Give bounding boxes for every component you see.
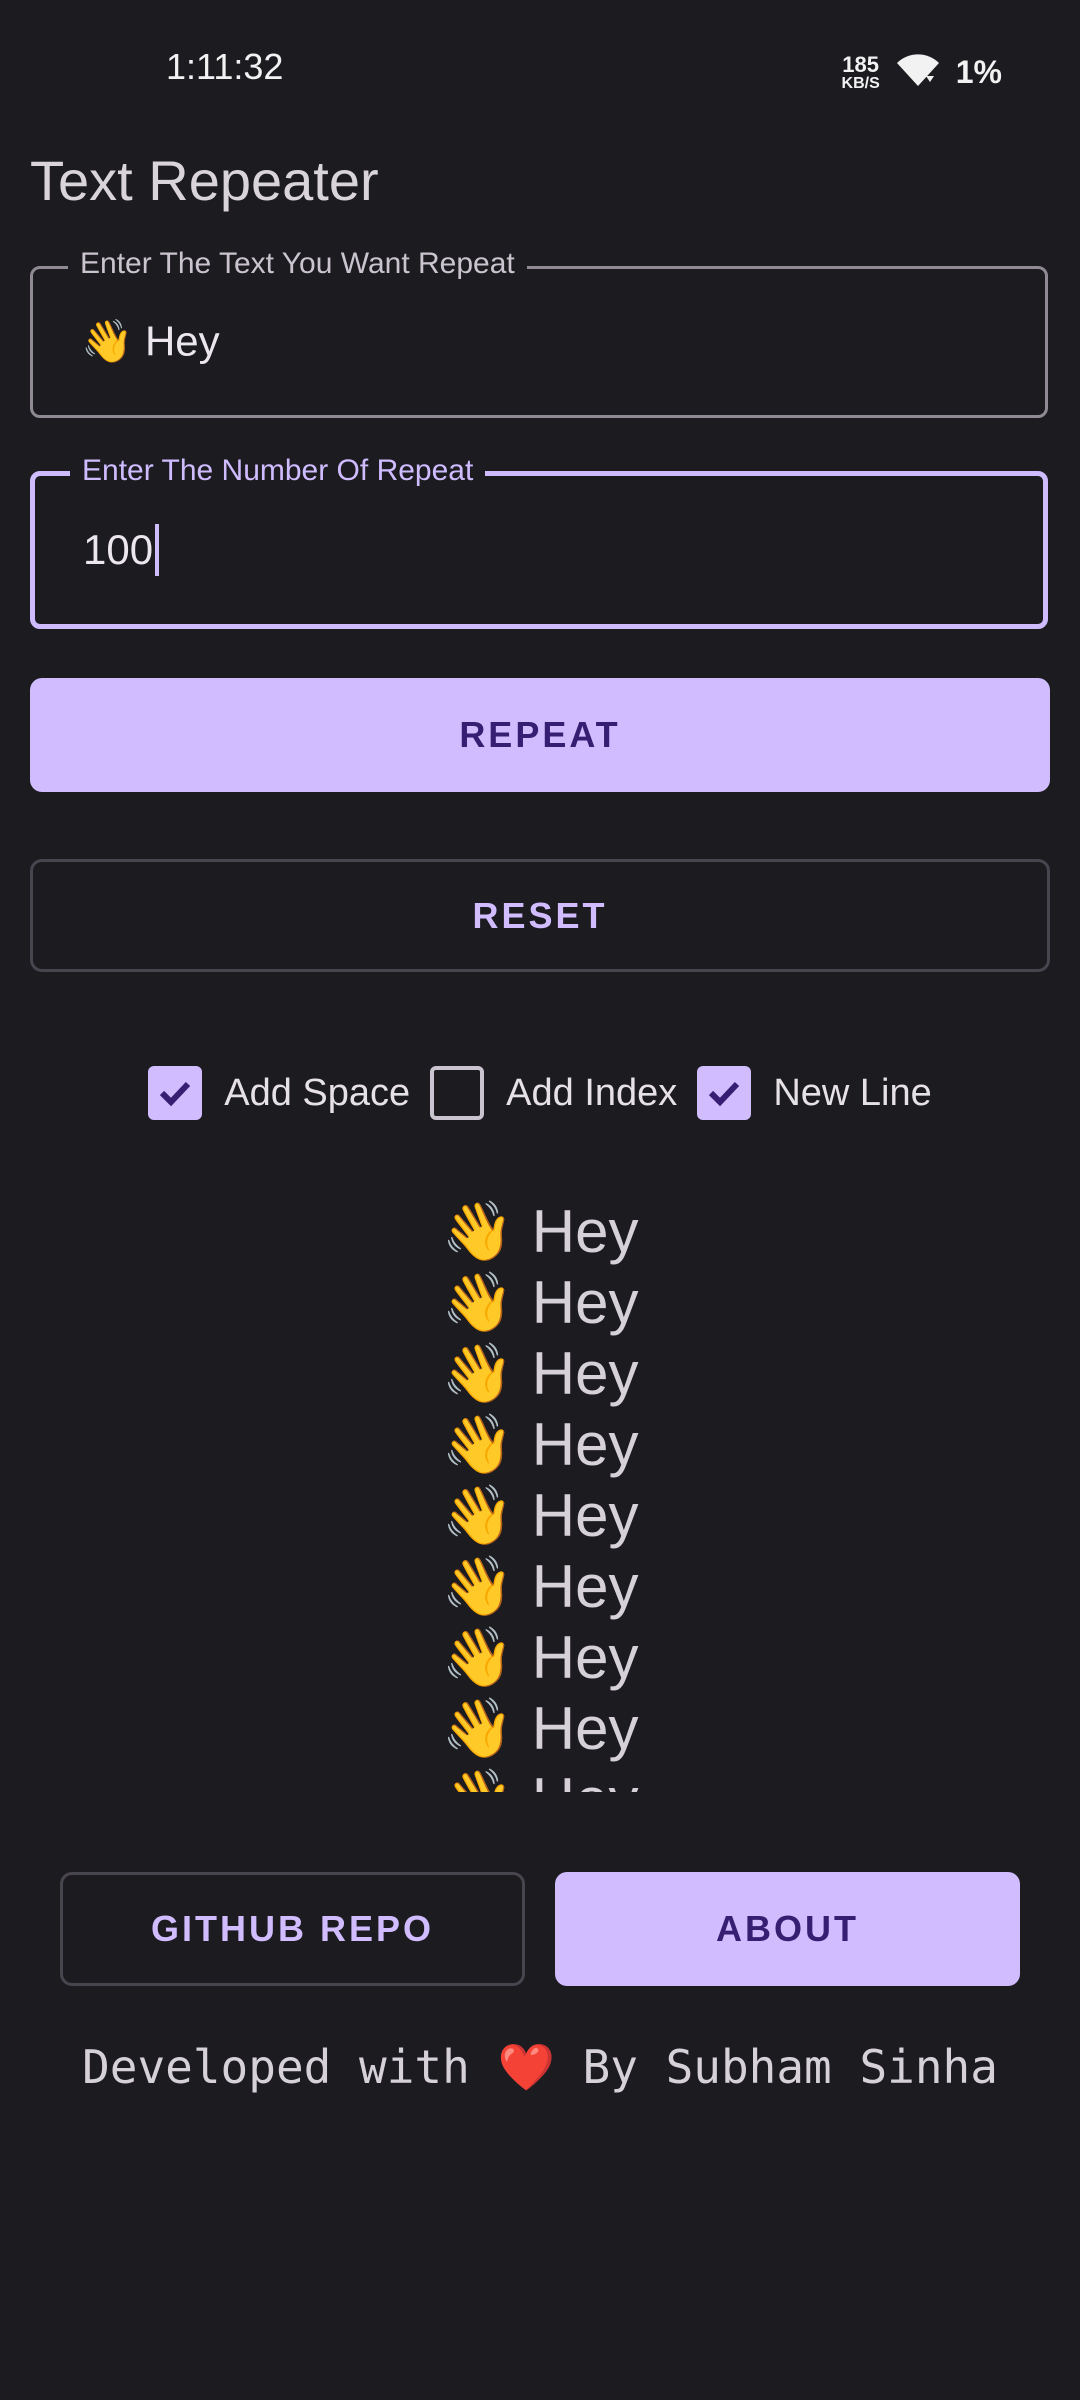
- status-time: 1:11:32: [166, 46, 284, 87]
- output-line-text: Hey: [531, 1340, 639, 1407]
- net-speed-value: 185: [842, 51, 879, 77]
- credit-suffix: By Subham Sinha: [582, 2040, 998, 2094]
- repeat-count-label: Enter The Number Of Repeat: [70, 454, 486, 488]
- heart-icon: ❤️: [497, 2040, 555, 2094]
- github-repo-button[interactable]: GITHUB REPO: [60, 1872, 525, 1986]
- output-line-text: Hey: [532, 1764, 639, 1792]
- output-line-text: Hey: [531, 1411, 639, 1478]
- add-index-option[interactable]: Add Index: [430, 1066, 677, 1120]
- output-line: 👋 Hey: [442, 1196, 639, 1267]
- output-line: 👋 Hey: [442, 1409, 639, 1480]
- waving-hand-icon: 👋: [441, 1412, 514, 1477]
- output-line-text: Hey: [531, 1695, 639, 1762]
- output-line-text: Hey: [531, 1269, 639, 1336]
- output-line: 👋 Hey: [442, 1622, 639, 1693]
- repeated-output[interactable]: 👋 Hey 👋 Hey 👋 Hey 👋 Hey 👋 Hey 👋 Hey 👋 Hey 👋 Hey 👋 Hey: [0, 1196, 1080, 1792]
- options-row: Add Space Add Index New Line: [0, 1063, 1080, 1123]
- add-space-label: Add Space: [224, 1071, 411, 1114]
- about-button[interactable]: ABOUT: [555, 1872, 1020, 1986]
- new-line-checkbox[interactable]: [697, 1066, 752, 1120]
- waving-hand-icon: 👋: [441, 1554, 514, 1619]
- output-line-text: Hey: [531, 1553, 639, 1620]
- reset-button[interactable]: RESET: [30, 859, 1050, 972]
- output-line-text: Hey: [531, 1624, 639, 1691]
- check-icon: [709, 1081, 740, 1107]
- output-line-text: Hey: [531, 1198, 639, 1265]
- waving-hand-icon: 👋: [441, 1483, 514, 1548]
- text-input-field[interactable]: Enter The Text You Want Repeat 👋 Hey: [30, 247, 1048, 418]
- waving-hand-icon: 👋: [441, 1270, 514, 1335]
- output-line: 👋 Hey: [442, 1480, 639, 1551]
- output-line: 👋 Hey: [442, 1267, 639, 1338]
- add-index-label: Add Index: [506, 1071, 678, 1114]
- developer-credit: Developed with ❤️ By Subham Sinha: [0, 2040, 1080, 2095]
- new-line-option[interactable]: New Line: [697, 1066, 932, 1120]
- output-line-text: Hey: [531, 1482, 639, 1549]
- credit-prefix: Developed with: [82, 2040, 470, 2094]
- check-icon: [160, 1081, 191, 1107]
- battery-level: 1%: [955, 54, 1002, 90]
- waving-hand-icon: 👋: [441, 1696, 514, 1761]
- text-input-value[interactable]: 👋 Hey: [81, 318, 220, 367]
- text-caret: [155, 524, 160, 576]
- new-line-label: New Line: [773, 1071, 932, 1114]
- output-line: 👋 Hey: [442, 1551, 639, 1622]
- net-speed-unit: KB/S: [841, 74, 880, 92]
- waving-hand-icon: 👋: [442, 1764, 514, 1792]
- waving-hand-icon: 👋: [441, 1199, 514, 1264]
- add-space-checkbox[interactable]: [148, 1066, 203, 1120]
- waving-hand-icon: 👋: [441, 1625, 514, 1690]
- status-icons: 185 KB/S 1%: [842, 50, 1002, 95]
- app-title: Text Repeater: [30, 149, 379, 212]
- net-speed: 185 KB/S: [841, 51, 880, 92]
- waving-hand-icon: 👋: [441, 1341, 514, 1406]
- output-line: 👋 Hey: [442, 1338, 639, 1409]
- wifi-icon: [894, 50, 942, 95]
- text-input-label: Enter The Text You Want Repeat: [68, 247, 527, 281]
- add-space-option[interactable]: Add Space: [148, 1066, 410, 1120]
- output-line: 👋 Hey: [442, 1693, 639, 1764]
- output-line: 👋 Hey: [442, 1764, 639, 1792]
- add-index-checkbox[interactable]: [430, 1066, 485, 1120]
- repeat-count-field[interactable]: Enter The Number Of Repeat 100: [30, 454, 1048, 629]
- repeat-button[interactable]: REPEAT: [30, 678, 1050, 792]
- repeat-count-value: 100: [83, 526, 154, 573]
- repeat-count-input[interactable]: 100: [83, 524, 160, 576]
